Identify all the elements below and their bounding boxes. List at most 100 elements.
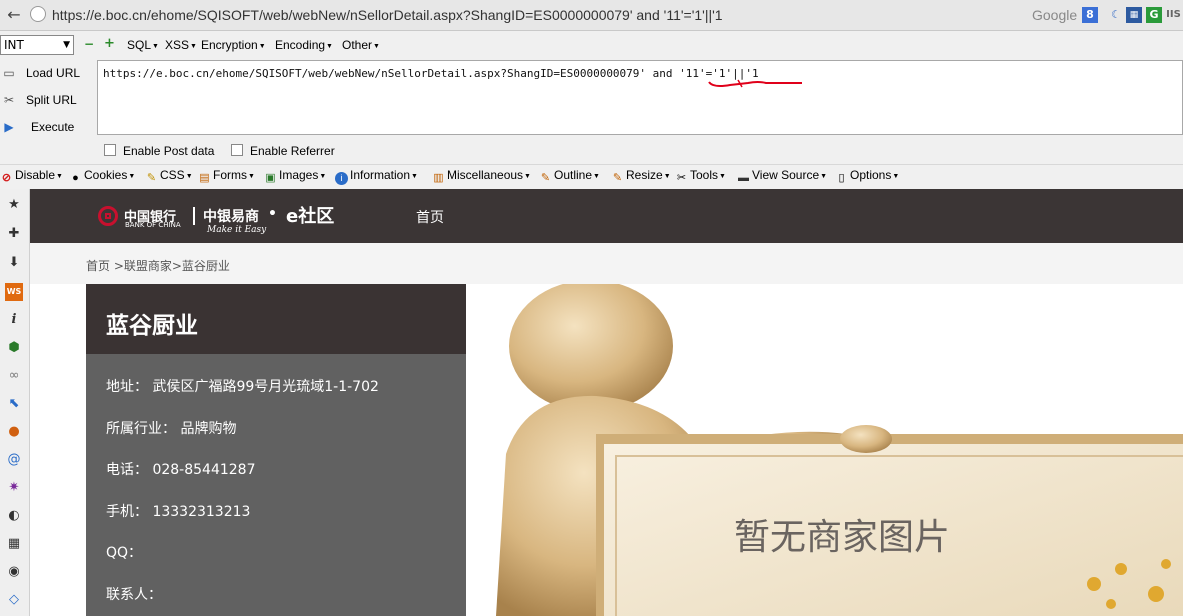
shield-icon[interactable]: ⬢ bbox=[5, 339, 23, 357]
increase-button[interactable]: + bbox=[104, 37, 116, 50]
brand-dot: • bbox=[268, 206, 277, 222]
iis-addon-icon[interactable]: IIS bbox=[1164, 7, 1183, 23]
cursor-icon[interactable]: ⬉ bbox=[5, 395, 23, 413]
enable-post-checkbox[interactable] bbox=[104, 144, 116, 156]
wd-outline-label: Outline bbox=[554, 168, 593, 182]
wd-resize-menu[interactable]: ✎ Resize▼ bbox=[611, 168, 671, 185]
search-engine-label[interactable]: Google bbox=[1032, 7, 1077, 23]
download-arrow-icon[interactable]: ⬇ bbox=[5, 254, 23, 272]
wd-view-source-label: View Source bbox=[752, 168, 820, 182]
type-select[interactable]: INT ▼ bbox=[0, 35, 74, 55]
outline-pencil-icon: ✎ bbox=[540, 172, 551, 184]
menu-encryption-label: Encryption bbox=[201, 38, 258, 52]
options-icon: ▯ bbox=[838, 172, 845, 184]
wd-information-menu[interactable]: i Information▼ bbox=[335, 168, 418, 185]
wd-css-label: CSS bbox=[160, 168, 185, 182]
wd-outline-menu[interactable]: ✎ Outline▼ bbox=[539, 168, 600, 185]
cookie-person-icon: ● bbox=[72, 172, 79, 184]
load-url-button[interactable]: Load URL bbox=[26, 66, 80, 80]
merchant-phone: 电话： 028-85441287 bbox=[106, 462, 256, 478]
menu-sql-label: SQL bbox=[127, 38, 152, 52]
decrease-button[interactable]: − bbox=[84, 38, 94, 50]
menu-other[interactable]: Other▼ bbox=[342, 38, 380, 52]
wd-options-label: Options bbox=[850, 168, 892, 182]
url-prefix-text: https://e.boc.cn/ehome/SQISOFT/web/webNe… bbox=[103, 67, 680, 80]
globe-icon[interactable]: ◉ bbox=[5, 563, 23, 581]
menu-encryption[interactable]: Encryption▼ bbox=[201, 38, 266, 52]
menu-other-label: Other bbox=[342, 38, 373, 52]
link-icon[interactable]: ∞ bbox=[5, 367, 23, 385]
wd-miscellaneous-menu[interactable]: ▥ Miscellaneous▼ bbox=[432, 168, 531, 185]
puzzle-icon[interactable]: ✚ bbox=[5, 225, 23, 243]
boc-logo-icon[interactable] bbox=[98, 206, 118, 226]
split-url-icon[interactable]: ✂ bbox=[2, 93, 16, 107]
info-italic-icon[interactable]: i bbox=[5, 311, 23, 329]
menu-sql[interactable]: SQL▼ bbox=[127, 38, 159, 52]
brand-name-cn: 中银易商 bbox=[203, 209, 259, 225]
no-image-text: 暂无商家图片 bbox=[734, 517, 950, 558]
enable-referrer-label: Enable Referrer bbox=[250, 144, 335, 158]
wd-forms-menu[interactable]: ▤ Forms▼ bbox=[198, 168, 255, 185]
payload-underline-annotation bbox=[708, 79, 802, 88]
wd-cookies-label: Cookies bbox=[84, 168, 128, 182]
wd-information-label: Information bbox=[350, 168, 411, 182]
firebug-icon[interactable]: ● bbox=[5, 423, 23, 441]
url-input[interactable]: https://e.boc.cn/ehome/SQISOFT/web/webNe… bbox=[52, 7, 723, 23]
merchant-address: 地址： 武侯区广福路99号月光琉域1-1-702 bbox=[106, 379, 379, 395]
wd-css-menu[interactable]: ✎ CSS▼ bbox=[145, 168, 193, 185]
e-community-logo[interactable]: e社区 bbox=[286, 202, 334, 228]
wd-tools-menu[interactable]: ✂ Tools▼ bbox=[675, 168, 726, 185]
merchant-industry: 所属行业： 品牌购物 bbox=[106, 421, 237, 437]
swirl-icon[interactable]: @ bbox=[5, 451, 23, 469]
source-icon: ▬ bbox=[738, 172, 749, 184]
grid-icon[interactable]: ▦ bbox=[5, 535, 23, 553]
breadcrumb[interactable]: 首页 >联盟商家>蓝谷厨业 bbox=[86, 257, 230, 274]
menu-xss[interactable]: XSS▼ bbox=[165, 38, 197, 52]
nav-home-link[interactable]: 首页 bbox=[416, 207, 444, 227]
google-icon[interactable]: 8 bbox=[1082, 7, 1098, 23]
wd-disable-label: Disable bbox=[15, 168, 56, 182]
wd-tools-label: Tools bbox=[690, 168, 719, 182]
back-arrow-icon[interactable]: ← bbox=[4, 5, 24, 25]
wd-images-menu[interactable]: ▣ Images▼ bbox=[264, 168, 326, 185]
menu-xss-label: XSS bbox=[165, 38, 190, 52]
info-icon: i bbox=[335, 172, 348, 185]
misc-icon: ▥ bbox=[433, 172, 444, 184]
moon-addon-icon[interactable]: ☾ bbox=[1108, 7, 1124, 23]
addon-grid-icon[interactable]: ▦ bbox=[1126, 7, 1142, 23]
wd-images-label: Images bbox=[279, 168, 319, 182]
star-icon[interactable]: ★ bbox=[5, 196, 23, 214]
merchant-name: 蓝谷厨业 bbox=[106, 313, 198, 339]
enable-referrer-checkbox[interactable] bbox=[231, 144, 243, 156]
wd-options-menu[interactable]: ▯ Options▼ bbox=[835, 168, 899, 185]
wd-disable-menu[interactable]: ⊘ Disable▼ bbox=[0, 168, 63, 185]
chevron-down-icon: ▼ bbox=[63, 40, 70, 50]
wd-forms-label: Forms bbox=[213, 168, 247, 182]
no-entry-icon: ⊘ bbox=[1, 172, 12, 184]
merchant-qq: QQ： bbox=[106, 545, 143, 561]
menu-encoding[interactable]: Encoding▼ bbox=[275, 38, 333, 52]
load-url-icon[interactable]: ▭ bbox=[2, 66, 16, 80]
ws-icon[interactable]: WS bbox=[5, 283, 23, 301]
merchant-mobile: 手机： 13332313213 bbox=[106, 504, 251, 520]
execute-button[interactable]: Execute bbox=[31, 120, 74, 134]
split-url-button[interactable]: Split URL bbox=[26, 93, 77, 107]
virus-icon[interactable]: ✷ bbox=[5, 479, 23, 497]
site-identity-icon[interactable] bbox=[30, 6, 46, 22]
menu-encoding-label: Encoding bbox=[275, 38, 326, 52]
merchant-image: 暂无商家图片 bbox=[466, 284, 1183, 616]
g-green-addon-icon[interactable]: G bbox=[1146, 7, 1162, 23]
palette-icon[interactable]: ◐ bbox=[5, 507, 23, 525]
image-icon: ▣ bbox=[265, 172, 276, 184]
execute-icon[interactable]: ▶ bbox=[2, 120, 16, 134]
enable-post-label: Enable Post data bbox=[123, 144, 215, 158]
bank-name-en: BANK OF CHINA bbox=[125, 221, 181, 229]
type-select-value: INT bbox=[4, 38, 24, 52]
wd-view-source-menu[interactable]: ▬ View Source▼ bbox=[737, 168, 827, 185]
wd-resize-label: Resize bbox=[626, 168, 663, 182]
wd-cookies-menu[interactable]: ● Cookies▼ bbox=[69, 168, 135, 185]
hackbar-url-textarea[interactable]: https://e.boc.cn/ehome/SQISOFT/web/webNe… bbox=[97, 60, 1183, 135]
eraser-icon[interactable]: ◇ bbox=[5, 591, 23, 609]
placeholder-illustration: 暂无商家图片 bbox=[496, 284, 1183, 616]
logo-divider bbox=[193, 207, 195, 225]
